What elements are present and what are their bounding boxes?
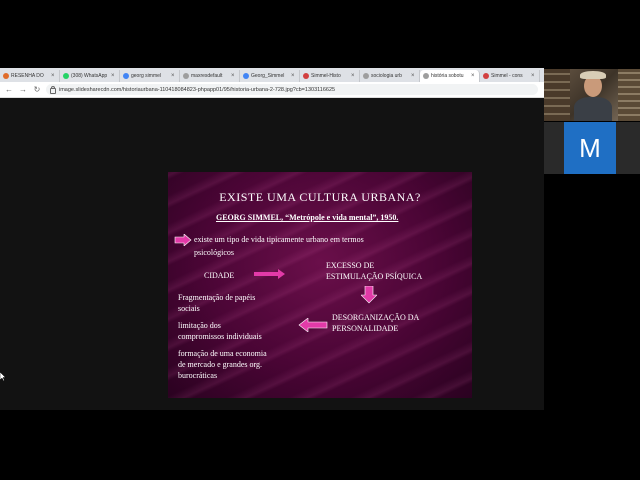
slide-text: limitação dos	[178, 321, 221, 330]
tab-label: história sobotu	[431, 73, 464, 79]
right-arrow-icon	[254, 269, 285, 279]
tab-label: RESENHA DO	[11, 73, 44, 79]
tab-label: Simmel - cons	[491, 73, 523, 79]
slide-text: formação de uma economia	[178, 349, 267, 358]
browser-tab[interactable]: Simmel - cons ×	[480, 70, 540, 82]
tab-bar: RESENHA DO × (308) WhatsApp × georg simmel × m…	[0, 68, 544, 82]
tab-favicon-icon	[63, 73, 69, 79]
tab-favicon-icon	[423, 73, 429, 79]
participant-body	[574, 97, 612, 121]
forward-icon[interactable]: →	[18, 85, 28, 95]
browser-tab[interactable]: georg simmel ×	[120, 70, 180, 82]
tab-favicon-icon	[243, 73, 249, 79]
browser-tab[interactable]: história sobotu ×	[420, 70, 480, 82]
tab-close-icon[interactable]: ×	[51, 73, 56, 79]
slide-text: Fragmentação de papéis	[178, 293, 256, 302]
tab-close-icon[interactable]: ×	[231, 73, 236, 79]
slide-text: EXCESSO DE	[326, 261, 375, 270]
slide-text: de mercado e grandes org.	[178, 360, 263, 369]
url-text: image.slidesharecdn.com/historiaurbana-1…	[59, 86, 336, 93]
slide-label-cidade: CIDADE	[204, 271, 235, 280]
tab-close-icon[interactable]: ×	[351, 73, 356, 79]
slide-text: burocráticas	[178, 371, 218, 380]
slide-text: psicológicos	[194, 248, 234, 257]
tab-close-icon[interactable]: ×	[171, 73, 176, 79]
browser-tab[interactable]: RESENHA DO ×	[0, 70, 60, 82]
tab-label: georg simmel	[131, 73, 162, 79]
page-viewport: EXISTE UMA CULTURA URBANA? GEORG SIMMEL,…	[0, 98, 544, 410]
slide-text: PERSONALIDADE	[332, 324, 399, 333]
bookshelf	[618, 69, 640, 121]
tab-close-icon[interactable]: ×	[471, 73, 476, 79]
tab-close-icon[interactable]: ×	[531, 73, 536, 79]
browser-tab[interactable]: sociologia urb ×	[360, 70, 420, 82]
left-arrow-icon	[298, 318, 328, 332]
tab-favicon-icon	[303, 73, 309, 79]
avatar: M	[564, 122, 616, 174]
tab-label: maxresdefault	[191, 73, 223, 79]
down-arrow-icon	[361, 286, 377, 304]
tab-favicon-icon	[183, 73, 189, 79]
tab-label: Georg_Simmel	[251, 73, 285, 79]
right-arrow-icon	[174, 234, 192, 246]
tab-favicon-icon	[483, 73, 489, 79]
tab-label: Simmel-Histo	[311, 73, 341, 79]
slide-text: sociais	[178, 304, 200, 313]
address-bar[interactable]: image.slidesharecdn.com/historiaurbana-1…	[46, 84, 538, 95]
slide-title: EXISTE UMA CULTURA URBANA?	[219, 190, 421, 204]
tab-favicon-icon	[3, 73, 9, 79]
slide-text: DESORGANIZAÇÃO DA	[332, 313, 420, 322]
reload-icon[interactable]: ↻	[32, 85, 42, 95]
lock-icon	[50, 85, 56, 94]
slide-subtitle: GEORG SIMMEL, “Metrópole e vida mental”,…	[216, 213, 399, 222]
slide-text: existe um tipo de vida tipicamente urban…	[194, 235, 364, 244]
tab-label: sociologia urb	[371, 73, 402, 79]
tab-close-icon[interactable]: ×	[411, 73, 416, 79]
tab-close-icon[interactable]: ×	[111, 73, 116, 79]
browser-window: RESENHA DO × (308) WhatsApp × georg simmel × m…	[0, 68, 544, 410]
browser-tab[interactable]: (308) WhatsApp ×	[60, 70, 120, 82]
browser-tab[interactable]: Georg_Simmel ×	[240, 70, 300, 82]
tab-label: (308) WhatsApp	[71, 73, 108, 79]
slide-image: EXISTE UMA CULTURA URBANA? GEORG SIMMEL,…	[168, 172, 472, 398]
back-icon[interactable]: ←	[4, 85, 14, 95]
participant-video[interactable]	[544, 69, 640, 121]
slide-text: ESTIMULAÇÃO PSÍQUICA	[326, 272, 423, 281]
mouse-cursor-icon	[0, 372, 6, 381]
participant-tile[interactable]: M	[544, 122, 640, 174]
bookshelf	[544, 69, 570, 121]
screen: RESENHA DO × (308) WhatsApp × georg simmel × m…	[0, 0, 640, 480]
browser-toolbar: ← → ↻ image.slidesharecdn.com/historiaur…	[0, 82, 544, 98]
tab-favicon-icon	[123, 73, 129, 79]
browser-tab[interactable]: Simmel-Histo ×	[300, 70, 360, 82]
tab-close-icon[interactable]: ×	[291, 73, 296, 79]
slide-text: compromissos individuais	[178, 332, 262, 341]
participant-hat	[580, 71, 606, 79]
tab-favicon-icon	[363, 73, 369, 79]
browser-tab[interactable]: maxresdefault ×	[180, 70, 240, 82]
